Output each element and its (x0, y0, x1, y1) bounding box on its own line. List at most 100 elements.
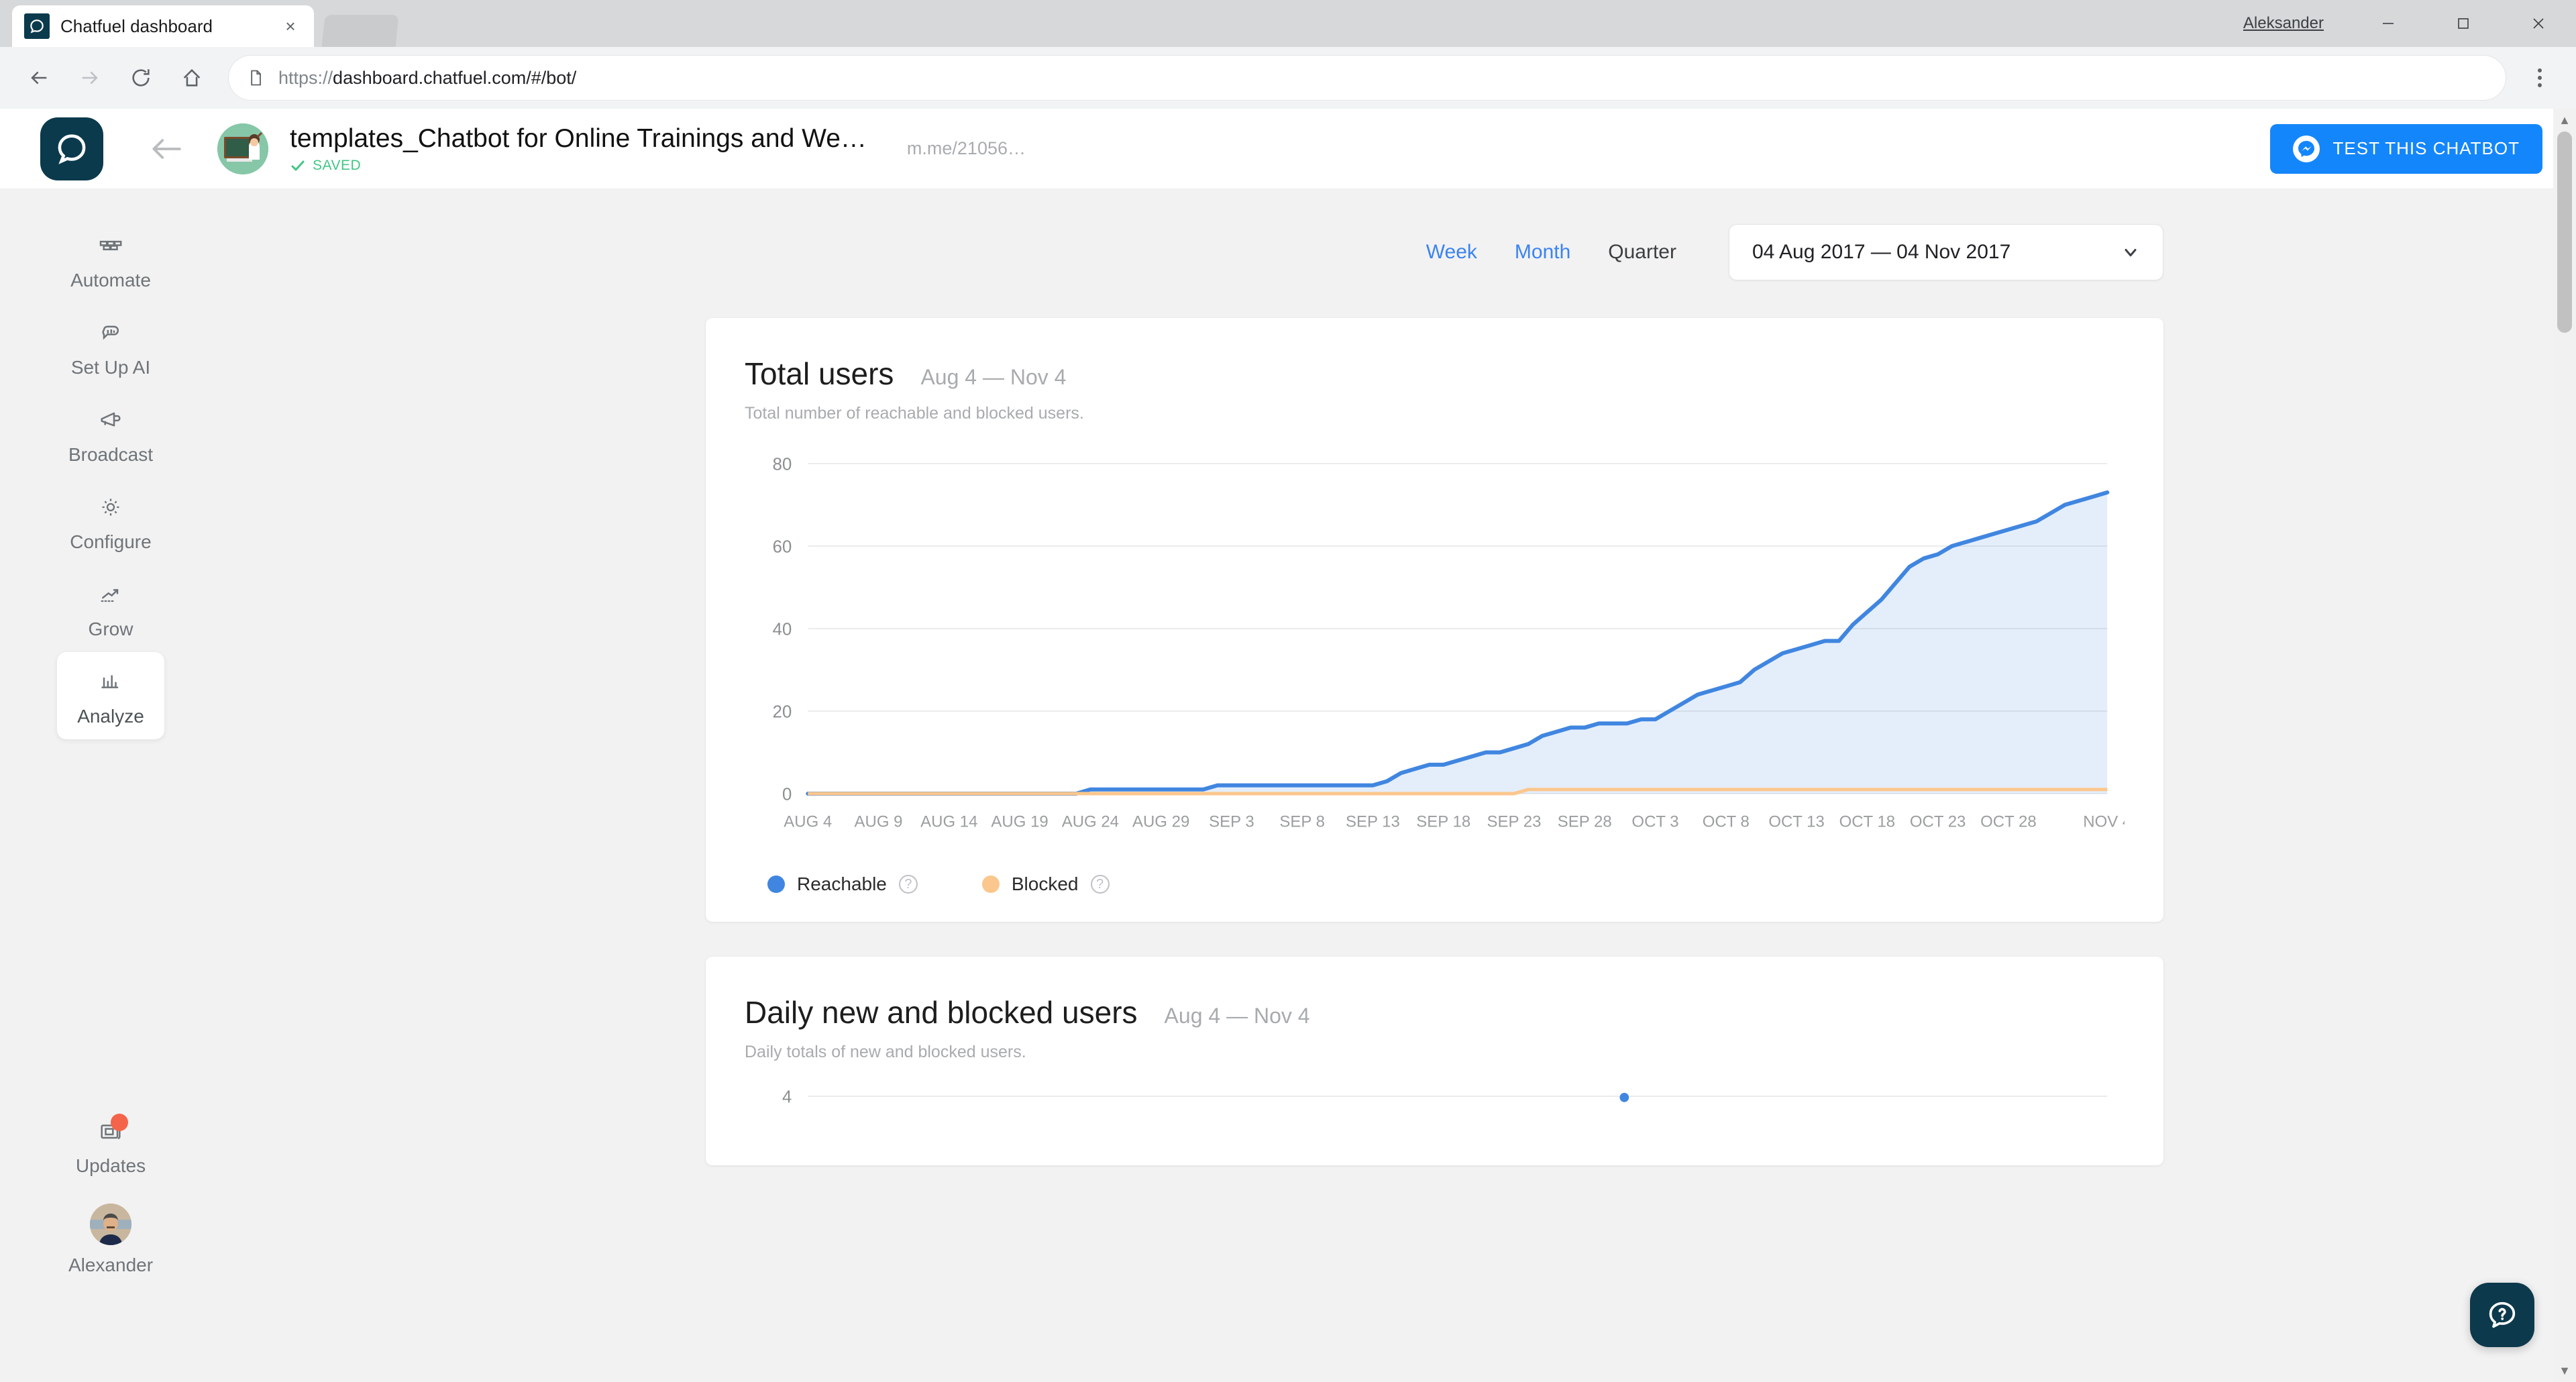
sidebar-bottom: Updates Alexander (0, 1102, 221, 1382)
saved-status: SAVED (290, 158, 867, 174)
bar-chart-icon (96, 667, 125, 696)
date-range-picker[interactable]: 04 Aug 2017 — 04 Nov 2017 (1729, 224, 2163, 280)
chatfuel-logo-icon (24, 13, 50, 39)
sidebar-item-automate[interactable]: Automate (57, 216, 164, 303)
help-icon-reachable[interactable]: ? (898, 875, 918, 894)
sidebar-item-account[interactable]: Alexander (57, 1189, 164, 1288)
url-text: https://dashboard.chatfuel.com/#/bot/ (278, 68, 576, 89)
browser-tab[interactable]: Chatfuel dashboard × (12, 5, 314, 47)
card-header-2: Daily new and blocked users Aug 4 — Nov … (745, 994, 2125, 1030)
card-title-2: Daily new and blocked users (745, 995, 1138, 1030)
app-header: templates_Chatbot for Online Trainings a… (0, 109, 2576, 189)
svg-text:SEP 3: SEP 3 (1209, 813, 1254, 831)
window-controls: Aleksander (2243, 0, 2576, 47)
period-week[interactable]: Week (1407, 241, 1496, 264)
period-quarter[interactable]: Quarter (1589, 241, 1695, 264)
url-host-path: dashboard.chatfuel.com/#/bot/ (333, 67, 577, 88)
main-content: Week Month Quarter 04 Aug 2017 — 04 Nov … (221, 189, 2576, 1382)
app-back-arrow[interactable] (142, 125, 189, 172)
svg-text:60: 60 (773, 537, 792, 556)
chart-canvas-2: 4 (782, 1088, 2108, 1107)
svg-text:0: 0 (782, 785, 792, 804)
sidebar-label-broadcast: Broadcast (68, 444, 154, 465)
card-title: Total users (745, 356, 894, 391)
chatfuel-logo[interactable] (40, 117, 103, 180)
svg-text:SEP 23: SEP 23 (1487, 813, 1542, 831)
sidebar-label-analyze: Analyze (77, 706, 144, 727)
date-range-value: 04 Aug 2017 — 04 Nov 2017 (1752, 241, 2011, 263)
svg-text:OCT 8: OCT 8 (1703, 813, 1750, 831)
analytics-toolbar: Week Month Quarter 04 Aug 2017 — 04 Nov … (221, 189, 2576, 280)
maximize-icon[interactable] (2426, 0, 2501, 47)
scrollbar-thumb[interactable] (2557, 131, 2572, 333)
scroll-up-arrow[interactable]: ▲ (2553, 109, 2576, 131)
card-range: Aug 4 — Nov 4 (920, 365, 1067, 389)
chart-canvas: 0 20 40 60 80 AUG 4 AUG 9 AUG 14 AUG 19 AUG 24 AUG… (773, 455, 2125, 831)
tab-strip: Chatfuel dashboard × Aleksander (0, 0, 2576, 47)
window-user-label[interactable]: Aleksander (2243, 14, 2324, 33)
legend-item-reachable[interactable]: Reachable ? (767, 873, 918, 895)
sidebar-item-updates[interactable]: Updates (57, 1102, 164, 1189)
chevron-down-icon (2125, 248, 2137, 257)
messenger-icon (2292, 135, 2320, 162)
close-icon[interactable]: × (279, 15, 302, 38)
saved-label: SAVED (313, 157, 362, 173)
svg-text:AUG 9: AUG 9 (855, 813, 903, 831)
sidebar-item-broadcast[interactable]: Broadcast (57, 390, 164, 478)
daily-users-chart[interactable]: 4 (745, 1085, 2125, 1165)
svg-text:NOV 4: NOV 4 (2083, 813, 2125, 831)
svg-text:AUG 4: AUG 4 (784, 813, 832, 831)
browser-menu-icon[interactable] (2520, 55, 2560, 101)
brain-icon (96, 318, 125, 348)
scroll-down-arrow[interactable]: ▼ (2553, 1359, 2576, 1382)
sidebar-label-configure: Configure (70, 531, 152, 552)
updates-badge (111, 1114, 128, 1131)
legend-dot-blocked (981, 875, 1000, 894)
page-title[interactable]: templates_Chatbot for Online Trainings a… (290, 124, 867, 154)
svg-text:SEP 18: SEP 18 (1416, 813, 1470, 831)
sidebar-label-grow: Grow (88, 619, 133, 639)
legend-dot-reachable (767, 875, 785, 894)
help-icon-blocked[interactable]: ? (1090, 875, 1110, 894)
page-scrollbar[interactable]: ▲ ▼ (2553, 109, 2576, 1382)
megaphone-icon (96, 405, 125, 435)
card-subtitle: Total number of reachable and blocked us… (745, 404, 1084, 423)
address-bar[interactable]: https://dashboard.chatfuel.com/#/bot/ (228, 55, 2506, 101)
svg-text:SEP 13: SEP 13 (1346, 813, 1400, 831)
sidebar-item-configure[interactable]: Configure (57, 478, 164, 565)
check-icon (291, 160, 305, 170)
browser-toolbar: https://dashboard.chatfuel.com/#/bot/ (0, 47, 2576, 109)
sidebar-item-analyze[interactable]: Analyze (57, 652, 164, 739)
forward-icon (67, 55, 113, 101)
sidebar-item-grow[interactable]: Grow (57, 565, 164, 652)
svg-text:OCT 3: OCT 3 (1631, 813, 1678, 831)
chart-legend: Reachable ? Blocked ? (745, 873, 2125, 895)
home-icon[interactable] (169, 55, 215, 101)
sidebar-label-automate: Automate (70, 270, 151, 290)
bot-title-block: templates_Chatbot for Online Trainings a… (290, 124, 867, 174)
close-window-icon[interactable] (2501, 0, 2576, 47)
svg-text:OCT 13: OCT 13 (1768, 813, 1825, 831)
new-tab-button[interactable] (321, 15, 399, 47)
svg-text:OCT 23: OCT 23 (1910, 813, 1966, 831)
help-chat-icon[interactable] (2470, 1283, 2534, 1347)
minimize-icon[interactable] (2351, 0, 2426, 47)
avatar (90, 1204, 131, 1245)
blocks-icon (96, 231, 125, 260)
sidebar-item-set-up-ai[interactable]: Set Up AI (57, 303, 164, 390)
svg-text:80: 80 (773, 455, 792, 474)
period-month[interactable]: Month (1496, 241, 1589, 264)
gear-icon (96, 492, 125, 522)
reload-icon[interactable] (118, 55, 164, 101)
url-scheme: https:// (278, 67, 333, 88)
total-users-chart[interactable]: 0 20 40 60 80 AUG 4 AUG 9 AUG 14 AUG 19 AUG 24 AUG… (745, 447, 2125, 844)
test-this-chatbot-button[interactable]: TEST THIS CHATBOT (2269, 123, 2542, 174)
legend-label-reachable: Reachable (797, 873, 887, 895)
app-root: templates_Chatbot for Online Trainings a… (0, 109, 2576, 1382)
svg-text:SEP 8: SEP 8 (1279, 813, 1325, 831)
legend-item-blocked[interactable]: Blocked ? (981, 873, 1110, 895)
mme-link[interactable]: m.me/21056… (907, 138, 1026, 159)
svg-text:AUG 24: AUG 24 (1062, 813, 1119, 831)
sidebar-label-set-up-ai: Set Up AI (70, 357, 151, 378)
back-icon[interactable] (16, 55, 62, 101)
